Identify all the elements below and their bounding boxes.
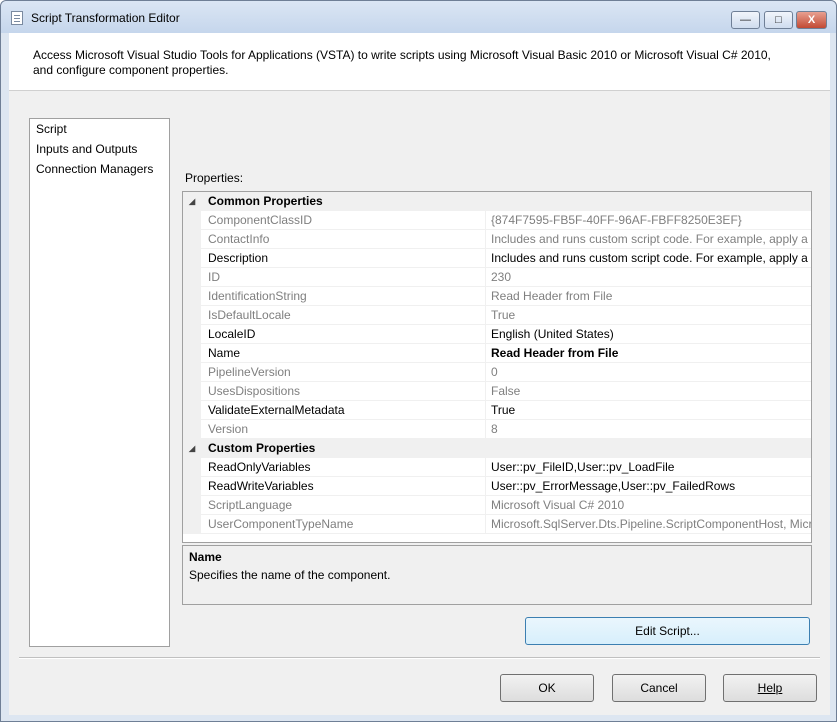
category-label: Custom Properties bbox=[208, 441, 316, 455]
property-row-pipelineversion[interactable]: PipelineVersion 0 bbox=[183, 363, 811, 382]
script-transformation-editor-window: Script Transformation Editor — □ X Acces… bbox=[0, 0, 837, 722]
property-name: PipelineVersion bbox=[208, 365, 291, 379]
property-value[interactable]: User::pv_ErrorMessage,User::pv_FailedRow… bbox=[491, 477, 811, 496]
nav-item-inputs-and-outputs[interactable]: Inputs and Outputs bbox=[30, 139, 169, 159]
property-name: ScriptLanguage bbox=[208, 498, 293, 512]
property-name: Description bbox=[208, 251, 269, 265]
category-custom-properties[interactable]: ◢ Custom Properties bbox=[183, 439, 811, 458]
property-grid[interactable]: ◢ Common Properties ComponentClassID {874… bbox=[182, 191, 812, 543]
description-title: Name bbox=[189, 550, 222, 564]
nav-item-connection-managers[interactable]: Connection Managers bbox=[30, 159, 169, 179]
property-value[interactable]: Read Header from File bbox=[491, 344, 811, 363]
property-description-panel: Name Specifies the name of the component… bbox=[182, 545, 812, 605]
property-value: Includes and runs custom script code. Fo… bbox=[491, 232, 812, 246]
property-row-name[interactable]: Name Read Header from File bbox=[183, 344, 811, 363]
property-row-usesdispositions[interactable]: UsesDispositions False bbox=[183, 382, 811, 401]
title-bar[interactable]: Script Transformation Editor — □ X bbox=[1, 1, 836, 33]
property-row-componentclassid[interactable]: ComponentClassID {874F7595-FB5F-40FF-96AF… bbox=[183, 211, 811, 230]
property-value: Microsoft Visual C# 2010 bbox=[491, 498, 625, 512]
ok-button[interactable]: OK bbox=[500, 674, 594, 702]
property-value: False bbox=[491, 384, 521, 398]
property-row-contactinfo[interactable]: ContactInfo Includes and runs custom scri… bbox=[183, 230, 811, 249]
property-name: LocaleID bbox=[208, 327, 256, 341]
header-band: Access Microsoft Visual Studio Tools for… bbox=[9, 33, 830, 91]
property-name: IsDefaultLocale bbox=[208, 308, 291, 322]
property-value: 8 bbox=[491, 422, 498, 436]
cancel-button[interactable]: Cancel bbox=[612, 674, 706, 702]
property-row-scriptlanguage[interactable]: ScriptLanguage Microsoft Visual C# 2010 bbox=[183, 496, 811, 515]
property-row-validateexternalmetadata[interactable]: ValidateExternalMetadata True bbox=[183, 401, 811, 420]
property-value: True bbox=[491, 308, 516, 322]
property-value[interactable]: Includes and runs custom script code. Fo… bbox=[491, 249, 811, 268]
property-row-readwritevariables[interactable]: ReadWriteVariables User::pv_ErrorMessage,… bbox=[183, 477, 811, 496]
category-common-properties[interactable]: ◢ Common Properties bbox=[183, 192, 811, 211]
property-row-isdefaultlocale[interactable]: IsDefaultLocale True bbox=[183, 306, 811, 325]
property-name: ContactInfo bbox=[208, 232, 270, 246]
property-value[interactable]: English (United States) bbox=[491, 325, 811, 344]
minimize-button[interactable]: — bbox=[731, 11, 760, 29]
collapse-arrow-icon[interactable]: ◢ bbox=[189, 439, 195, 458]
nav-item-script[interactable]: Script bbox=[30, 119, 169, 139]
collapse-arrow-icon[interactable]: ◢ bbox=[189, 192, 195, 211]
property-name: Name bbox=[208, 346, 241, 360]
footer-separator bbox=[19, 657, 820, 658]
property-name: UsesDispositions bbox=[208, 384, 301, 398]
property-row-id[interactable]: ID 230 bbox=[183, 268, 811, 287]
property-value: Microsoft.SqlServer.Dts.Pipeline.ScriptC… bbox=[491, 517, 812, 531]
property-name: UserComponentTypeName bbox=[208, 517, 354, 531]
property-name: ReadWriteVariables bbox=[208, 479, 314, 493]
properties-label: Properties: bbox=[185, 171, 244, 185]
property-row-description[interactable]: Description Includes and runs custom scri… bbox=[183, 249, 811, 268]
property-value[interactable]: True bbox=[491, 401, 811, 420]
window-title: Script Transformation Editor bbox=[31, 11, 180, 25]
category-label: Common Properties bbox=[208, 194, 323, 208]
property-value: 0 bbox=[491, 365, 498, 379]
property-value: 230 bbox=[491, 270, 512, 284]
property-row-version[interactable]: Version 8 bbox=[183, 420, 811, 439]
maximize-button[interactable]: □ bbox=[764, 11, 793, 29]
property-value: {874F7595-FB5F-40FF-96AF-FBFF8250E3EF} bbox=[491, 213, 742, 227]
property-value[interactable]: User::pv_FileID,User::pv_LoadFile bbox=[491, 458, 811, 477]
property-name: ComponentClassID bbox=[208, 213, 313, 227]
dialog-client-area: Access Microsoft Visual Studio Tools for… bbox=[9, 33, 830, 715]
property-row-identificationstring[interactable]: IdentificationString Read Header from Fil… bbox=[183, 287, 811, 306]
property-row-readonlyvariables[interactable]: ReadOnlyVariables User::pv_FileID,User::p… bbox=[183, 458, 811, 477]
close-button[interactable]: X bbox=[796, 11, 827, 29]
property-name: ValidateExternalMetadata bbox=[208, 403, 345, 417]
property-name: ID bbox=[208, 270, 220, 284]
script-document-icon bbox=[11, 11, 23, 25]
property-name: ReadOnlyVariables bbox=[208, 460, 311, 474]
property-value: Read Header from File bbox=[491, 289, 613, 303]
property-row-localeid[interactable]: LocaleID English (United States) bbox=[183, 325, 811, 344]
help-button[interactable]: Help bbox=[723, 674, 817, 702]
header-description: Access Microsoft Visual Studio Tools for… bbox=[33, 48, 771, 77]
property-name: IdentificationString bbox=[208, 289, 307, 303]
property-row-usercomponenttypename[interactable]: UserComponentTypeName Microsoft.SqlServer… bbox=[183, 515, 811, 534]
description-text: Specifies the name of the component. bbox=[189, 568, 391, 582]
property-name: Version bbox=[208, 422, 249, 436]
page-navigation-list: Script Inputs and Outputs Connection Man… bbox=[29, 118, 170, 647]
edit-script-button[interactable]: Edit Script... bbox=[525, 617, 810, 645]
